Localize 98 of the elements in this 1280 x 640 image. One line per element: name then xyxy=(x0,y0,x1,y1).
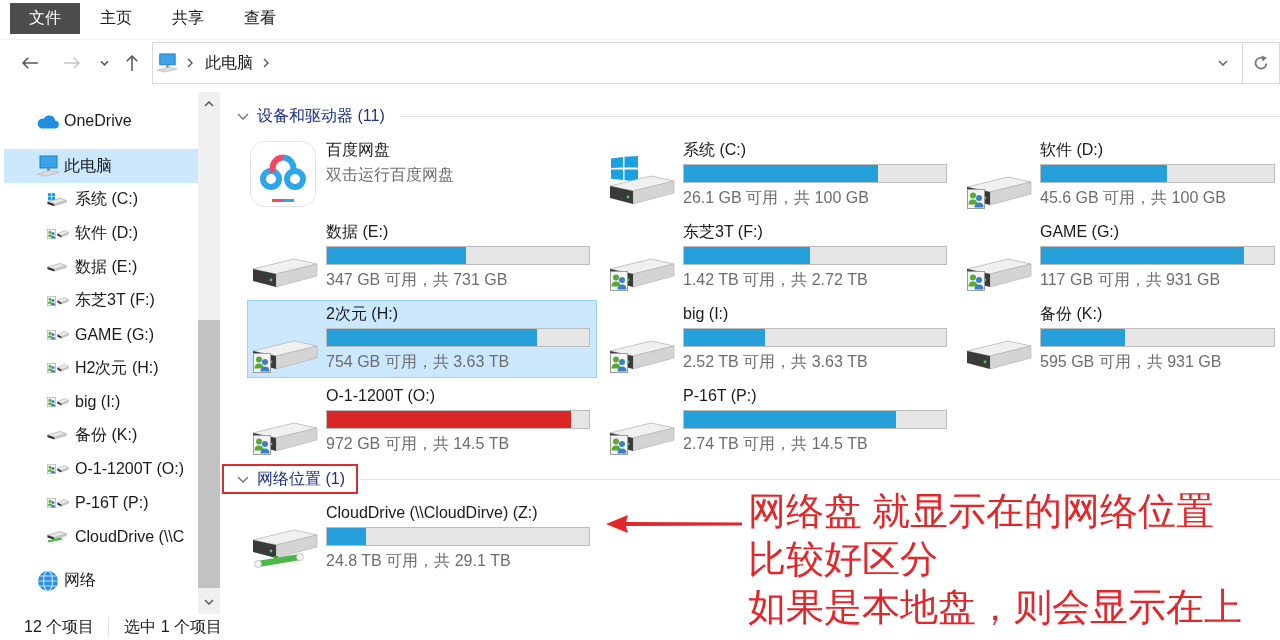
annotation-text: 网络盘 就显示在的网络位置 xyxy=(748,489,1216,534)
ribbon-tab[interactable]: 主页 xyxy=(80,3,152,34)
free-space-text: 754 GB 可用，共 3.63 TB xyxy=(326,352,511,372)
free-space-text: 2.52 TB 可用，共 3.63 TB xyxy=(683,352,869,372)
free-space-text: 1.42 TB 可用，共 2.72 TB xyxy=(683,270,869,290)
sidebar-item[interactable]: CloudDrive (\\C xyxy=(4,519,198,554)
sidebar-item[interactable]: 网络 xyxy=(4,563,198,598)
scrollbar[interactable] xyxy=(198,92,220,614)
hard-drive-icon xyxy=(57,364,69,373)
computer-icon xyxy=(36,155,60,177)
drive-tile[interactable]: CloudDrive (\\CloudDirve) (Z:) 24.8 TB 可用，共 29.1 TB xyxy=(247,499,597,577)
hard-drive-icon xyxy=(57,330,69,339)
free-space-text: 45.6 GB 可用，共 100 GB xyxy=(1040,188,1227,208)
free-space-text: 117 GB 可用，共 931 GB xyxy=(1040,270,1222,290)
network-drive-icon xyxy=(252,529,318,569)
free-space-text: 24.8 TB 可用，共 29.1 TB xyxy=(326,551,512,571)
sidebar-item[interactable]: 备份 (K:) xyxy=(4,418,198,453)
arrow-left-icon xyxy=(21,56,39,70)
sidebar-item[interactable]: 东芝3T (F:) xyxy=(4,284,198,318)
free-space-text: 26.1 GB 可用，共 100 GB xyxy=(683,188,870,208)
drive-name: O-1-1200T (O:) xyxy=(326,386,437,406)
file-menu-tab[interactable]: 文件 xyxy=(10,3,80,34)
sidebar-item[interactable]: 此电脑 xyxy=(4,149,198,183)
selection-count: 选中 1 个项目 xyxy=(124,616,223,637)
group-title: 网络位置 (1) xyxy=(257,468,345,489)
hard-drive-logo-icon xyxy=(609,156,675,206)
drive-name: 2次元 (H:) xyxy=(326,304,399,324)
hard-drive-icon xyxy=(57,229,69,238)
refresh-button[interactable] xyxy=(1243,42,1280,84)
refresh-icon xyxy=(1253,55,1269,71)
hard-drive-logo-icon xyxy=(47,192,67,207)
drive-name: CloudDrive (\\CloudDirve) (Z:) xyxy=(326,503,539,523)
computer-icon xyxy=(156,53,178,73)
drive-tile[interactable]: P-16T (P:) 2.74 TB 可用，共 14.5 TB xyxy=(604,382,954,460)
sidebar-item[interactable]: 软件 (D:) xyxy=(4,216,198,251)
app-name: 百度网盘 xyxy=(326,140,391,160)
sidebar-item[interactable]: big (I:) xyxy=(4,385,198,419)
free-space-text: 972 GB 可用，共 14.5 TB xyxy=(326,434,511,454)
app-description: 双击运行百度网盘 xyxy=(326,165,455,185)
drive-name: 软件 (D:) xyxy=(1040,140,1105,160)
drive-tile[interactable]: GAME (G:) 117 GB 可用，共 931 GB xyxy=(961,218,1280,296)
rings-app-icon xyxy=(250,141,316,207)
address-bar[interactable]: 此电脑 xyxy=(152,42,1243,84)
scrollbar-thumb[interactable] xyxy=(198,319,220,588)
arrow-up-icon xyxy=(125,54,139,72)
drive-name: 东芝3T (F:) xyxy=(683,222,764,242)
drive-tile[interactable]: 软件 (D:) 45.6 GB 可用，共 100 GB xyxy=(961,136,1280,214)
sidebar-item[interactable]: OneDrive xyxy=(4,104,198,138)
ribbon-tab[interactable]: 共享 xyxy=(152,3,224,34)
annotation-text: 比较好区分 xyxy=(748,537,939,582)
drive-tile[interactable]: 系统 (C:) 26.1 GB 可用，共 100 GB xyxy=(604,136,954,214)
chevron-right-icon xyxy=(263,58,269,68)
item-count: 12 个项目 xyxy=(24,616,95,637)
chevron-down-icon xyxy=(204,599,214,605)
drive-name: GAME (G:) xyxy=(1040,222,1121,242)
drive-tile[interactable]: O-1-1200T (O:) 972 GB 可用，共 14.5 TB xyxy=(247,382,597,460)
hard-drive-icon xyxy=(47,262,67,272)
sidebar-item[interactable]: O-1-1200T (O:) xyxy=(4,452,198,487)
sidebar-item[interactable]: P-16T (P:) xyxy=(4,486,198,520)
shortcut-tile[interactable]: 百度网盘 双击运行百度网盘 xyxy=(247,136,597,214)
sidebar-item[interactable]: GAME (G:) xyxy=(4,317,198,352)
cloud-icon xyxy=(36,113,60,129)
chevron-up-icon xyxy=(204,101,214,107)
drive-name: 系统 (C:) xyxy=(683,140,748,160)
annotation-text: 如果是本地盘，则会显示在上 xyxy=(748,585,1242,630)
sidebar-item[interactable]: H2次元 (H:) xyxy=(4,351,198,386)
drive-tile[interactable]: 东芝3T (F:) 1.42 TB 可用，共 2.72 TB xyxy=(604,218,954,296)
chevron-right-icon xyxy=(187,58,193,68)
drive-tile[interactable]: 数据 (E:) 347 GB 可用，共 731 GB xyxy=(247,218,597,296)
arrow-right-icon xyxy=(63,56,81,70)
drive-name: P-16T (P:) xyxy=(683,386,758,406)
drive-name: 备份 (K:) xyxy=(1040,304,1104,324)
drive-tile[interactable]: 2次元 (H:) 754 GB 可用，共 3.63 TB xyxy=(247,300,597,378)
breadcrumb[interactable]: 此电脑 xyxy=(205,48,253,78)
hard-drive-icon xyxy=(57,296,69,305)
free-space-text: 595 GB 可用，共 931 GB xyxy=(1040,352,1223,372)
drive-name: 数据 (E:) xyxy=(326,222,390,242)
drive-name: big (I:) xyxy=(683,304,730,324)
hard-drive-icon xyxy=(47,431,67,441)
hard-drive-icon xyxy=(966,340,1032,370)
chevron-down-icon[interactable] xyxy=(237,112,249,120)
sidebar-item[interactable]: 数据 (E:) xyxy=(4,250,198,285)
free-space-text: 2.74 TB 可用，共 14.5 TB xyxy=(683,434,869,454)
group-title: 设备和驱动器 (11) xyxy=(257,105,385,126)
chevron-down-icon[interactable] xyxy=(237,475,249,483)
drive-tile[interactable]: big (I:) 2.52 TB 可用，共 3.63 TB xyxy=(604,300,954,378)
chevron-down-icon xyxy=(1218,60,1228,66)
chevron-down-icon xyxy=(99,60,109,66)
sidebar-item[interactable]: 系统 (C:) xyxy=(4,183,198,217)
hard-drive-icon xyxy=(57,465,69,474)
drive-tile[interactable]: 备份 (K:) 595 GB 可用，共 931 GB xyxy=(961,300,1280,378)
ribbon-tab[interactable]: 查看 xyxy=(224,3,296,34)
hard-drive-icon xyxy=(252,258,318,288)
hard-drive-icon xyxy=(57,499,69,508)
globe-icon xyxy=(36,569,60,592)
network-drive-icon xyxy=(47,530,67,543)
free-space-text: 347 GB 可用，共 731 GB xyxy=(326,270,509,290)
hard-drive-icon xyxy=(57,397,69,406)
